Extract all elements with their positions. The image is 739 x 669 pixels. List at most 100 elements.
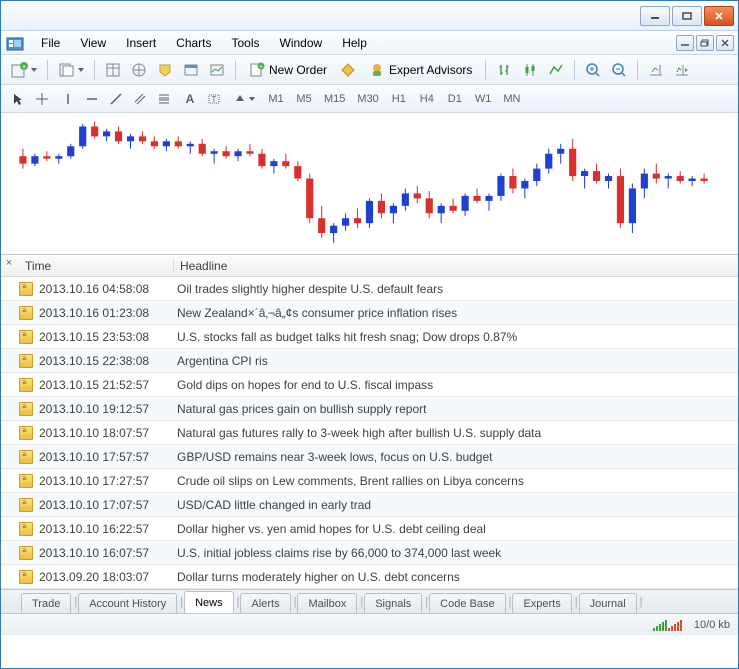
menu-view[interactable]: View: [70, 34, 116, 52]
news-icon: [19, 498, 33, 512]
mdi-close-button[interactable]: [716, 35, 734, 51]
market-watch-button[interactable]: [101, 59, 125, 81]
zoom-out-button[interactable]: [607, 59, 631, 81]
vertical-line-button[interactable]: [57, 88, 79, 110]
news-row[interactable]: 2013.10.10 18:07:57Natural gas futures r…: [1, 421, 738, 445]
expert-advisors-label: Expert Advisors: [389, 63, 472, 77]
news-row[interactable]: 2013.10.16 04:58:08Oil trades slightly h…: [1, 277, 738, 301]
close-button[interactable]: [704, 6, 734, 26]
menu-file[interactable]: File: [31, 34, 70, 52]
news-row[interactable]: 2013.10.10 19:12:57Natural gas prices ga…: [1, 397, 738, 421]
col-headline-header[interactable]: Headline: [173, 259, 738, 273]
tab-account-history[interactable]: Account History: [78, 593, 177, 613]
metaeditor-button[interactable]: [336, 59, 360, 81]
expert-advisors-button[interactable]: Expert Advisors: [362, 59, 479, 81]
news-time: 2013.10.10 18:07:57: [39, 426, 171, 440]
maximize-button[interactable]: [672, 6, 702, 26]
channel-button[interactable]: [129, 88, 151, 110]
terminal-label: Terminal: [0, 543, 4, 589]
tab-alerts[interactable]: Alerts: [240, 593, 290, 613]
news-headline: Crude oil slips on Lew comments, Brent r…: [171, 474, 738, 488]
terminal-button[interactable]: [179, 59, 203, 81]
text-button[interactable]: A: [179, 88, 201, 110]
zoom-in-button[interactable]: [581, 59, 605, 81]
text-label-button[interactable]: T: [203, 88, 225, 110]
news-row[interactable]: 2013.10.10 16:07:57U.S. initial jobless …: [1, 541, 738, 565]
tab-code-base[interactable]: Code Base: [429, 593, 505, 613]
candlestick-button[interactable]: [518, 59, 542, 81]
news-list[interactable]: 2013.10.16 04:58:08Oil trades slightly h…: [1, 277, 738, 589]
tab-mailbox[interactable]: Mailbox: [297, 593, 357, 613]
timeframe-h1[interactable]: H1: [386, 89, 412, 109]
menu-tools[interactable]: Tools: [222, 34, 270, 52]
line-chart-button[interactable]: [544, 59, 568, 81]
news-headline: Dollar turns moderately higher on U.S. d…: [171, 570, 738, 584]
svg-text:+: +: [22, 64, 26, 71]
new-chart-button[interactable]: +: [7, 59, 41, 81]
news-row[interactable]: 2013.10.10 17:07:57USD/CAD little change…: [1, 493, 738, 517]
news-row[interactable]: 2013.09.20 18:03:07Dollar turns moderate…: [1, 565, 738, 589]
strategy-tester-button[interactable]: [205, 59, 229, 81]
news-headline: U.S. initial jobless claims rise by 66,0…: [171, 546, 738, 560]
app-icon: [5, 33, 25, 53]
chart-shift-button[interactable]: [670, 59, 694, 81]
tab-news[interactable]: News: [184, 591, 234, 613]
horizontal-line-button[interactable]: [81, 88, 103, 110]
news-row[interactable]: 2013.10.15 22:38:08Argentina CPI ris: [1, 349, 738, 373]
timeframe-w1[interactable]: W1: [470, 89, 497, 109]
menu-help[interactable]: Help: [332, 34, 377, 52]
news-time: 2013.10.10 16:07:57: [39, 546, 171, 560]
news-icon: [19, 426, 33, 440]
news-headline: New Zealand×´â‚¬â„¢s consumer price infl…: [171, 306, 738, 320]
news-row[interactable]: 2013.10.15 23:53:08U.S. stocks fall as b…: [1, 325, 738, 349]
tab-signals[interactable]: Signals: [364, 593, 422, 613]
news-headline: Natural gas prices gain on bullish suppl…: [171, 402, 738, 416]
profiles-button[interactable]: [54, 59, 88, 81]
timeframe-m5[interactable]: M5: [291, 89, 317, 109]
panel-close-button[interactable]: ×: [3, 257, 15, 269]
news-headline: Oil trades slightly higher despite U.S. …: [171, 282, 738, 296]
bar-chart-button[interactable]: [492, 59, 516, 81]
tab-trade[interactable]: Trade: [21, 593, 71, 613]
timeframe-d1[interactable]: D1: [442, 89, 468, 109]
news-time: 2013.10.10 17:57:57: [39, 450, 171, 464]
mdi-restore-button[interactable]: [696, 35, 714, 51]
news-time: 2013.10.10 17:07:57: [39, 498, 171, 512]
auto-scroll-button[interactable]: [644, 59, 668, 81]
title-bar: [1, 1, 738, 31]
news-row[interactable]: 2013.10.16 01:23:08New Zealand×´â‚¬â„¢s …: [1, 301, 738, 325]
timeframe-m15[interactable]: M15: [319, 89, 350, 109]
news-headline: Argentina CPI ris: [171, 354, 738, 368]
cursor-button[interactable]: [7, 88, 29, 110]
news-time: 2013.10.16 04:58:08: [39, 282, 171, 296]
col-time-header[interactable]: Time: [19, 259, 173, 273]
tab-journal[interactable]: Journal: [579, 593, 637, 613]
timeframe-h4[interactable]: H4: [414, 89, 440, 109]
minimize-button[interactable]: [640, 6, 670, 26]
mdi-minimize-button[interactable]: [676, 35, 694, 51]
arrows-button[interactable]: [229, 88, 259, 110]
crosshair-button[interactable]: [31, 88, 53, 110]
news-time: 2013.10.15 21:52:57: [39, 378, 171, 392]
trendline-button[interactable]: [105, 88, 127, 110]
timeframe-m30[interactable]: M30: [352, 89, 383, 109]
timeframe-mn[interactable]: MN: [498, 89, 525, 109]
menu-insert[interactable]: Insert: [116, 34, 166, 52]
chart-area[interactable]: [1, 113, 738, 255]
news-icon: [19, 450, 33, 464]
timeframe-m1[interactable]: M1: [263, 89, 289, 109]
new-order-button[interactable]: +New Order: [242, 59, 334, 81]
data-window-button[interactable]: [153, 59, 177, 81]
status-bar: 10/0 kb: [1, 613, 738, 635]
news-time: 2013.10.16 01:23:08: [39, 306, 171, 320]
tab-experts[interactable]: Experts: [512, 593, 571, 613]
news-row[interactable]: 2013.10.10 17:27:57Crude oil slips on Le…: [1, 469, 738, 493]
menu-window[interactable]: Window: [270, 34, 333, 52]
navigator-button[interactable]: [127, 59, 151, 81]
news-icon: [19, 570, 33, 584]
news-row[interactable]: 2013.10.15 21:52:57Gold dips on hopes fo…: [1, 373, 738, 397]
menu-charts[interactable]: Charts: [166, 34, 221, 52]
fibonacci-button[interactable]: [153, 88, 175, 110]
news-row[interactable]: 2013.10.10 16:22:57Dollar higher vs. yen…: [1, 517, 738, 541]
news-row[interactable]: 2013.10.10 17:57:57GBP/USD remains near …: [1, 445, 738, 469]
